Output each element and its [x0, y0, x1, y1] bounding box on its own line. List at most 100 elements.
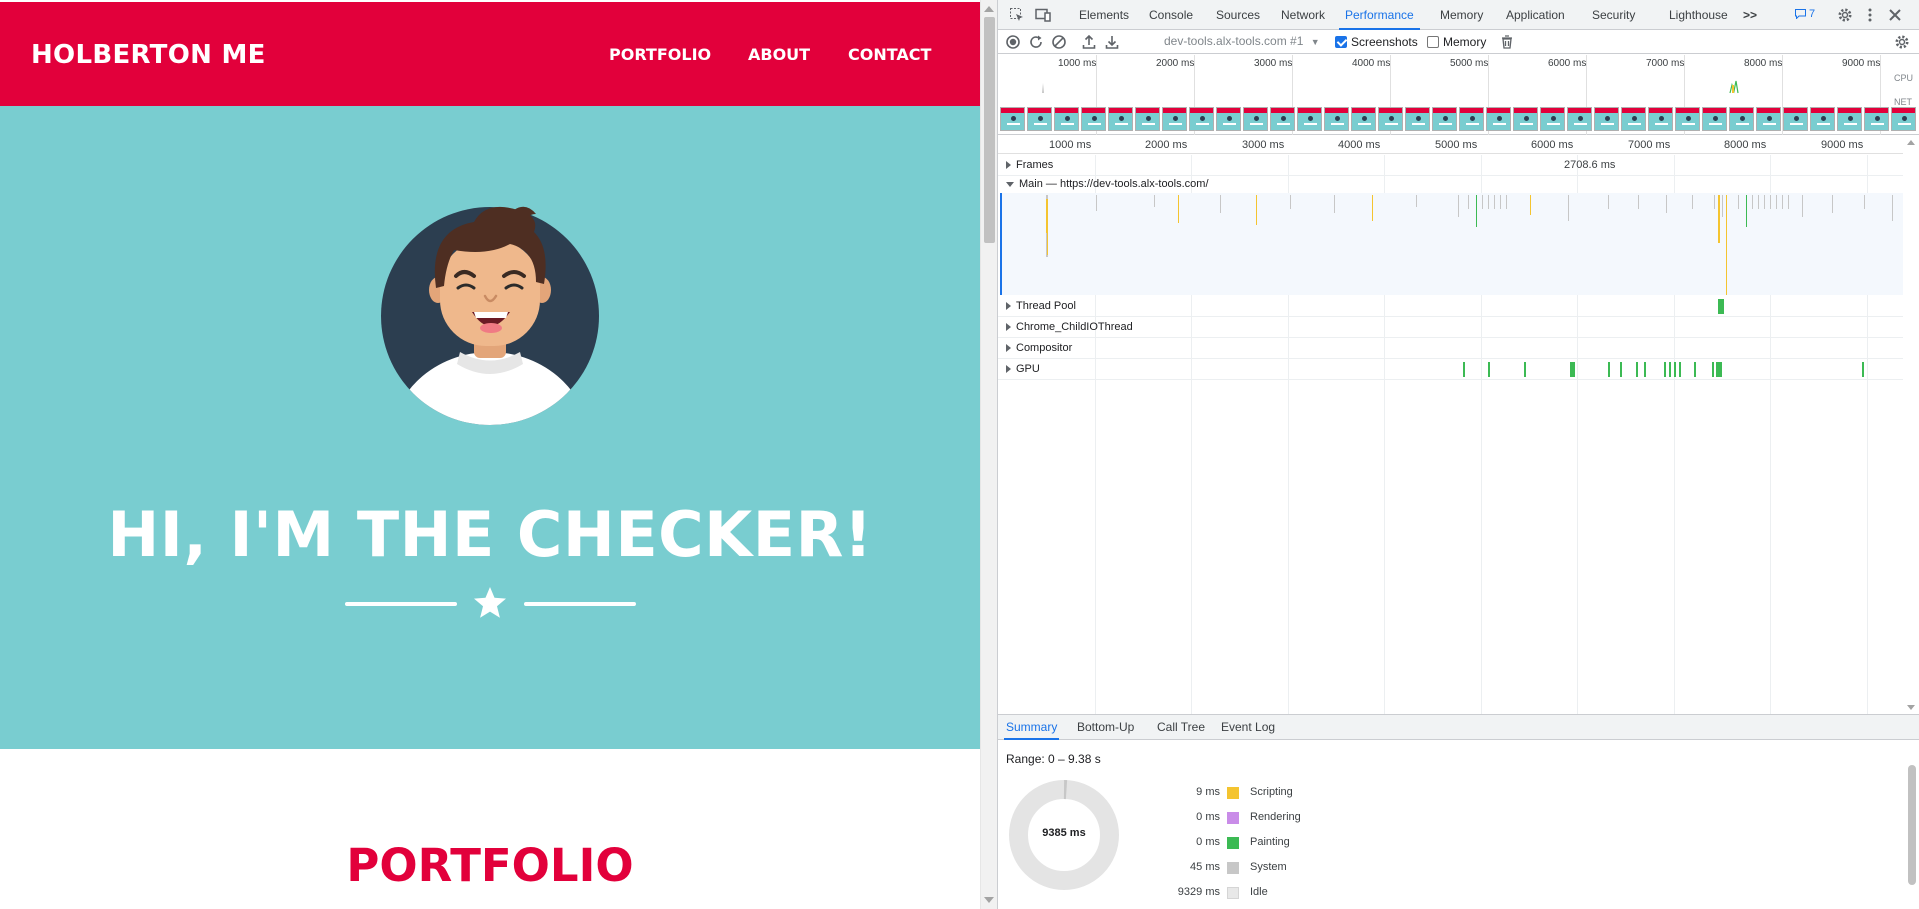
- screenshot-thumbnail[interactable]: [1756, 107, 1781, 131]
- main-track-header[interactable]: Main — https://dev-tools.alx-tools.com/: [998, 176, 1903, 193]
- screenshot-thumbnail[interactable]: [1621, 107, 1646, 131]
- collapse-arrow-icon[interactable]: [1006, 181, 1014, 187]
- tab-console[interactable]: Console: [1149, 0, 1193, 30]
- site-brand[interactable]: HOLBERTON ME: [31, 40, 266, 70]
- screenshot-thumbnail[interactable]: [1297, 107, 1322, 131]
- tab-summary[interactable]: Summary: [1004, 715, 1060, 740]
- screenshot-thumbnail[interactable]: [1270, 107, 1295, 131]
- screenshot-thumbnail[interactable]: [1864, 107, 1889, 131]
- screenshot-thumbnail[interactable]: [1486, 107, 1511, 131]
- screenshot-thumbnail[interactable]: [1000, 107, 1025, 131]
- child-io-thread-track[interactable]: Chrome_ChildIOThread: [998, 317, 1903, 338]
- screenshot-thumbnail[interactable]: [1351, 107, 1376, 131]
- tab-bottom-up[interactable]: Bottom-Up: [1077, 715, 1134, 740]
- more-tabs-button[interactable]: >>: [1743, 0, 1757, 30]
- screenshot-thumbnail[interactable]: [1108, 107, 1133, 131]
- summary-scroll-thumb[interactable]: [1908, 765, 1916, 885]
- device-toolbar-icon[interactable]: [1034, 6, 1052, 24]
- tab-security[interactable]: Security: [1592, 0, 1635, 30]
- timeline-scrollbar[interactable]: [1903, 136, 1919, 714]
- tab-application[interactable]: Application: [1506, 0, 1565, 30]
- compositor-label[interactable]: Compositor: [1006, 342, 1072, 354]
- tab-event-log[interactable]: Event Log: [1221, 715, 1275, 740]
- screenshot-thumbnail[interactable]: [1324, 107, 1349, 131]
- nav-about[interactable]: ABOUT: [748, 45, 810, 64]
- screenshot-thumbnail[interactable]: [1675, 107, 1700, 131]
- thread-pool-label[interactable]: Thread Pool: [1006, 300, 1076, 312]
- expand-arrow-icon[interactable]: [1006, 302, 1011, 310]
- nav-portfolio[interactable]: PORTFOLIO: [609, 45, 711, 64]
- screenshot-thumbnail[interactable]: [1783, 107, 1808, 131]
- thread-pool-track[interactable]: Thread Pool: [998, 296, 1903, 317]
- screenshot-thumbnail[interactable]: [1081, 107, 1106, 131]
- clear-icon[interactable]: [1050, 33, 1068, 51]
- screenshot-thumbnail[interactable]: [1459, 107, 1484, 131]
- settings-gear-icon[interactable]: [1836, 6, 1854, 24]
- tab-memory[interactable]: Memory: [1440, 0, 1483, 30]
- scroll-down-icon[interactable]: [1907, 705, 1915, 710]
- gpu-track[interactable]: GPU: [998, 359, 1903, 380]
- capture-settings-icon[interactable]: [1893, 33, 1911, 51]
- compositor-track[interactable]: Compositor: [998, 338, 1903, 359]
- reload-icon[interactable]: [1027, 33, 1045, 51]
- screenshot-thumbnail[interactable]: [1135, 107, 1160, 131]
- tab-call-tree[interactable]: Call Tree: [1157, 715, 1205, 740]
- main-track-label[interactable]: Main — https://dev-tools.alx-tools.com/: [1006, 178, 1209, 190]
- download-icon[interactable]: [1103, 33, 1121, 51]
- screenshots-checkbox-box[interactable]: [1335, 36, 1347, 48]
- child-io-thread-label[interactable]: Chrome_ChildIOThread: [1006, 321, 1133, 333]
- nav-contact[interactable]: CONTACT: [848, 45, 931, 64]
- frames-track-label[interactable]: Frames: [1006, 159, 1053, 171]
- screenshot-thumbnail[interactable]: [1540, 107, 1565, 131]
- page-scroll-thumb[interactable]: [984, 17, 995, 243]
- main-thread-flame-chart[interactable]: [1000, 193, 1903, 295]
- record-icon[interactable]: [1004, 33, 1022, 51]
- screenshot-thumbnail[interactable]: [1054, 107, 1079, 131]
- screenshot-thumbnail[interactable]: [1513, 107, 1538, 131]
- screenshot-thumbnail[interactable]: [1729, 107, 1754, 131]
- tab-performance[interactable]: Performance: [1339, 0, 1420, 30]
- expand-arrow-icon[interactable]: [1006, 161, 1011, 169]
- screenshot-thumbnail[interactable]: [1702, 107, 1727, 131]
- tab-network[interactable]: Network: [1281, 0, 1325, 30]
- screenshot-thumbnail[interactable]: [1810, 107, 1835, 131]
- timeline-overview[interactable]: 1000 ms 2000 ms 3000 ms 4000 ms 5000 ms …: [998, 55, 1919, 135]
- upload-icon[interactable]: [1080, 33, 1098, 51]
- screenshot-thumbnail[interactable]: [1243, 107, 1268, 131]
- screenshots-checkbox[interactable]: Screenshots: [1335, 35, 1418, 49]
- memory-checkbox-box[interactable]: [1427, 36, 1439, 48]
- frame-duration[interactable]: 2708.6 ms: [1564, 159, 1615, 171]
- screenshot-thumbnail[interactable]: [1567, 107, 1592, 131]
- issues-badge[interactable]: 7: [1795, 8, 1815, 20]
- page-scrollbar[interactable]: [980, 0, 997, 909]
- tab-lighthouse[interactable]: Lighthouse: [1669, 0, 1728, 30]
- screenshot-thumbnail[interactable]: [1189, 107, 1214, 131]
- inspect-element-icon[interactable]: [1008, 6, 1026, 24]
- tab-sources[interactable]: Sources: [1216, 0, 1260, 30]
- garbage-collect-icon[interactable]: [1498, 33, 1516, 51]
- more-options-icon[interactable]: [1861, 6, 1879, 24]
- memory-checkbox[interactable]: Memory: [1427, 35, 1486, 49]
- scroll-up-icon[interactable]: [984, 6, 994, 12]
- thread-pool-event[interactable]: [1718, 299, 1724, 314]
- screenshot-thumbnail[interactable]: [1648, 107, 1673, 131]
- tab-elements[interactable]: Elements: [1079, 0, 1129, 30]
- expand-arrow-icon[interactable]: [1006, 344, 1011, 352]
- screenshot-thumbnail[interactable]: [1378, 107, 1403, 131]
- screenshot-thumbnail[interactable]: [1027, 107, 1052, 131]
- screenshot-thumbnail[interactable]: [1432, 107, 1457, 131]
- screenshot-thumbnail[interactable]: [1216, 107, 1241, 131]
- expand-arrow-icon[interactable]: [1006, 323, 1011, 331]
- screenshot-thumbnail[interactable]: [1837, 107, 1862, 131]
- screenshot-thumbnail[interactable]: [1162, 107, 1187, 131]
- scroll-up-icon[interactable]: [1907, 140, 1915, 145]
- recording-select[interactable]: dev-tools.alx-tools.com #1 ▼: [1164, 34, 1320, 48]
- screenshot-thumbnail[interactable]: [1594, 107, 1619, 131]
- frames-track[interactable]: Frames 2708.6 ms: [998, 155, 1903, 176]
- screenshots-filmstrip[interactable]: [998, 107, 1919, 133]
- screenshot-thumbnail[interactable]: [1891, 107, 1916, 131]
- close-devtools-icon[interactable]: [1886, 6, 1904, 24]
- screenshot-thumbnail[interactable]: [1405, 107, 1430, 131]
- scroll-down-icon[interactable]: [984, 897, 994, 903]
- summary-scrollbar[interactable]: [1906, 755, 1918, 905]
